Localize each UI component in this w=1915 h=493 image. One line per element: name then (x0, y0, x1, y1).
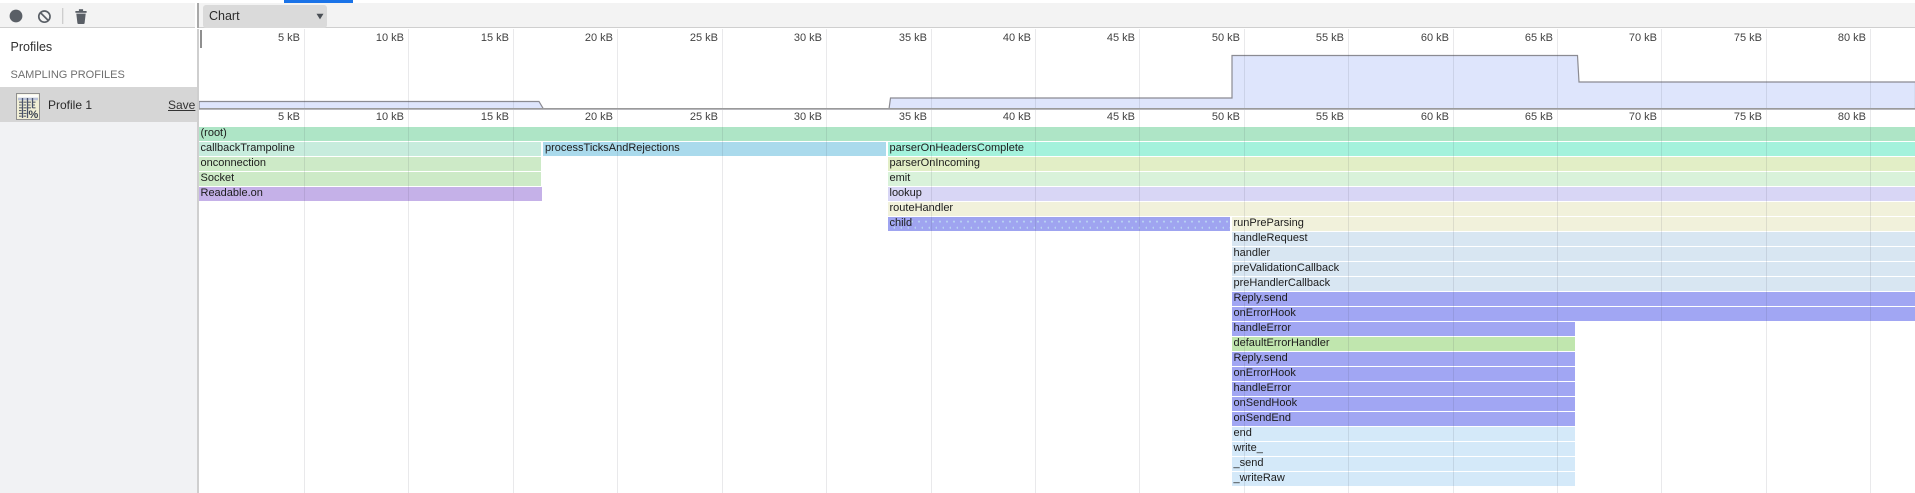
svg-text:%: % (29, 109, 39, 120)
